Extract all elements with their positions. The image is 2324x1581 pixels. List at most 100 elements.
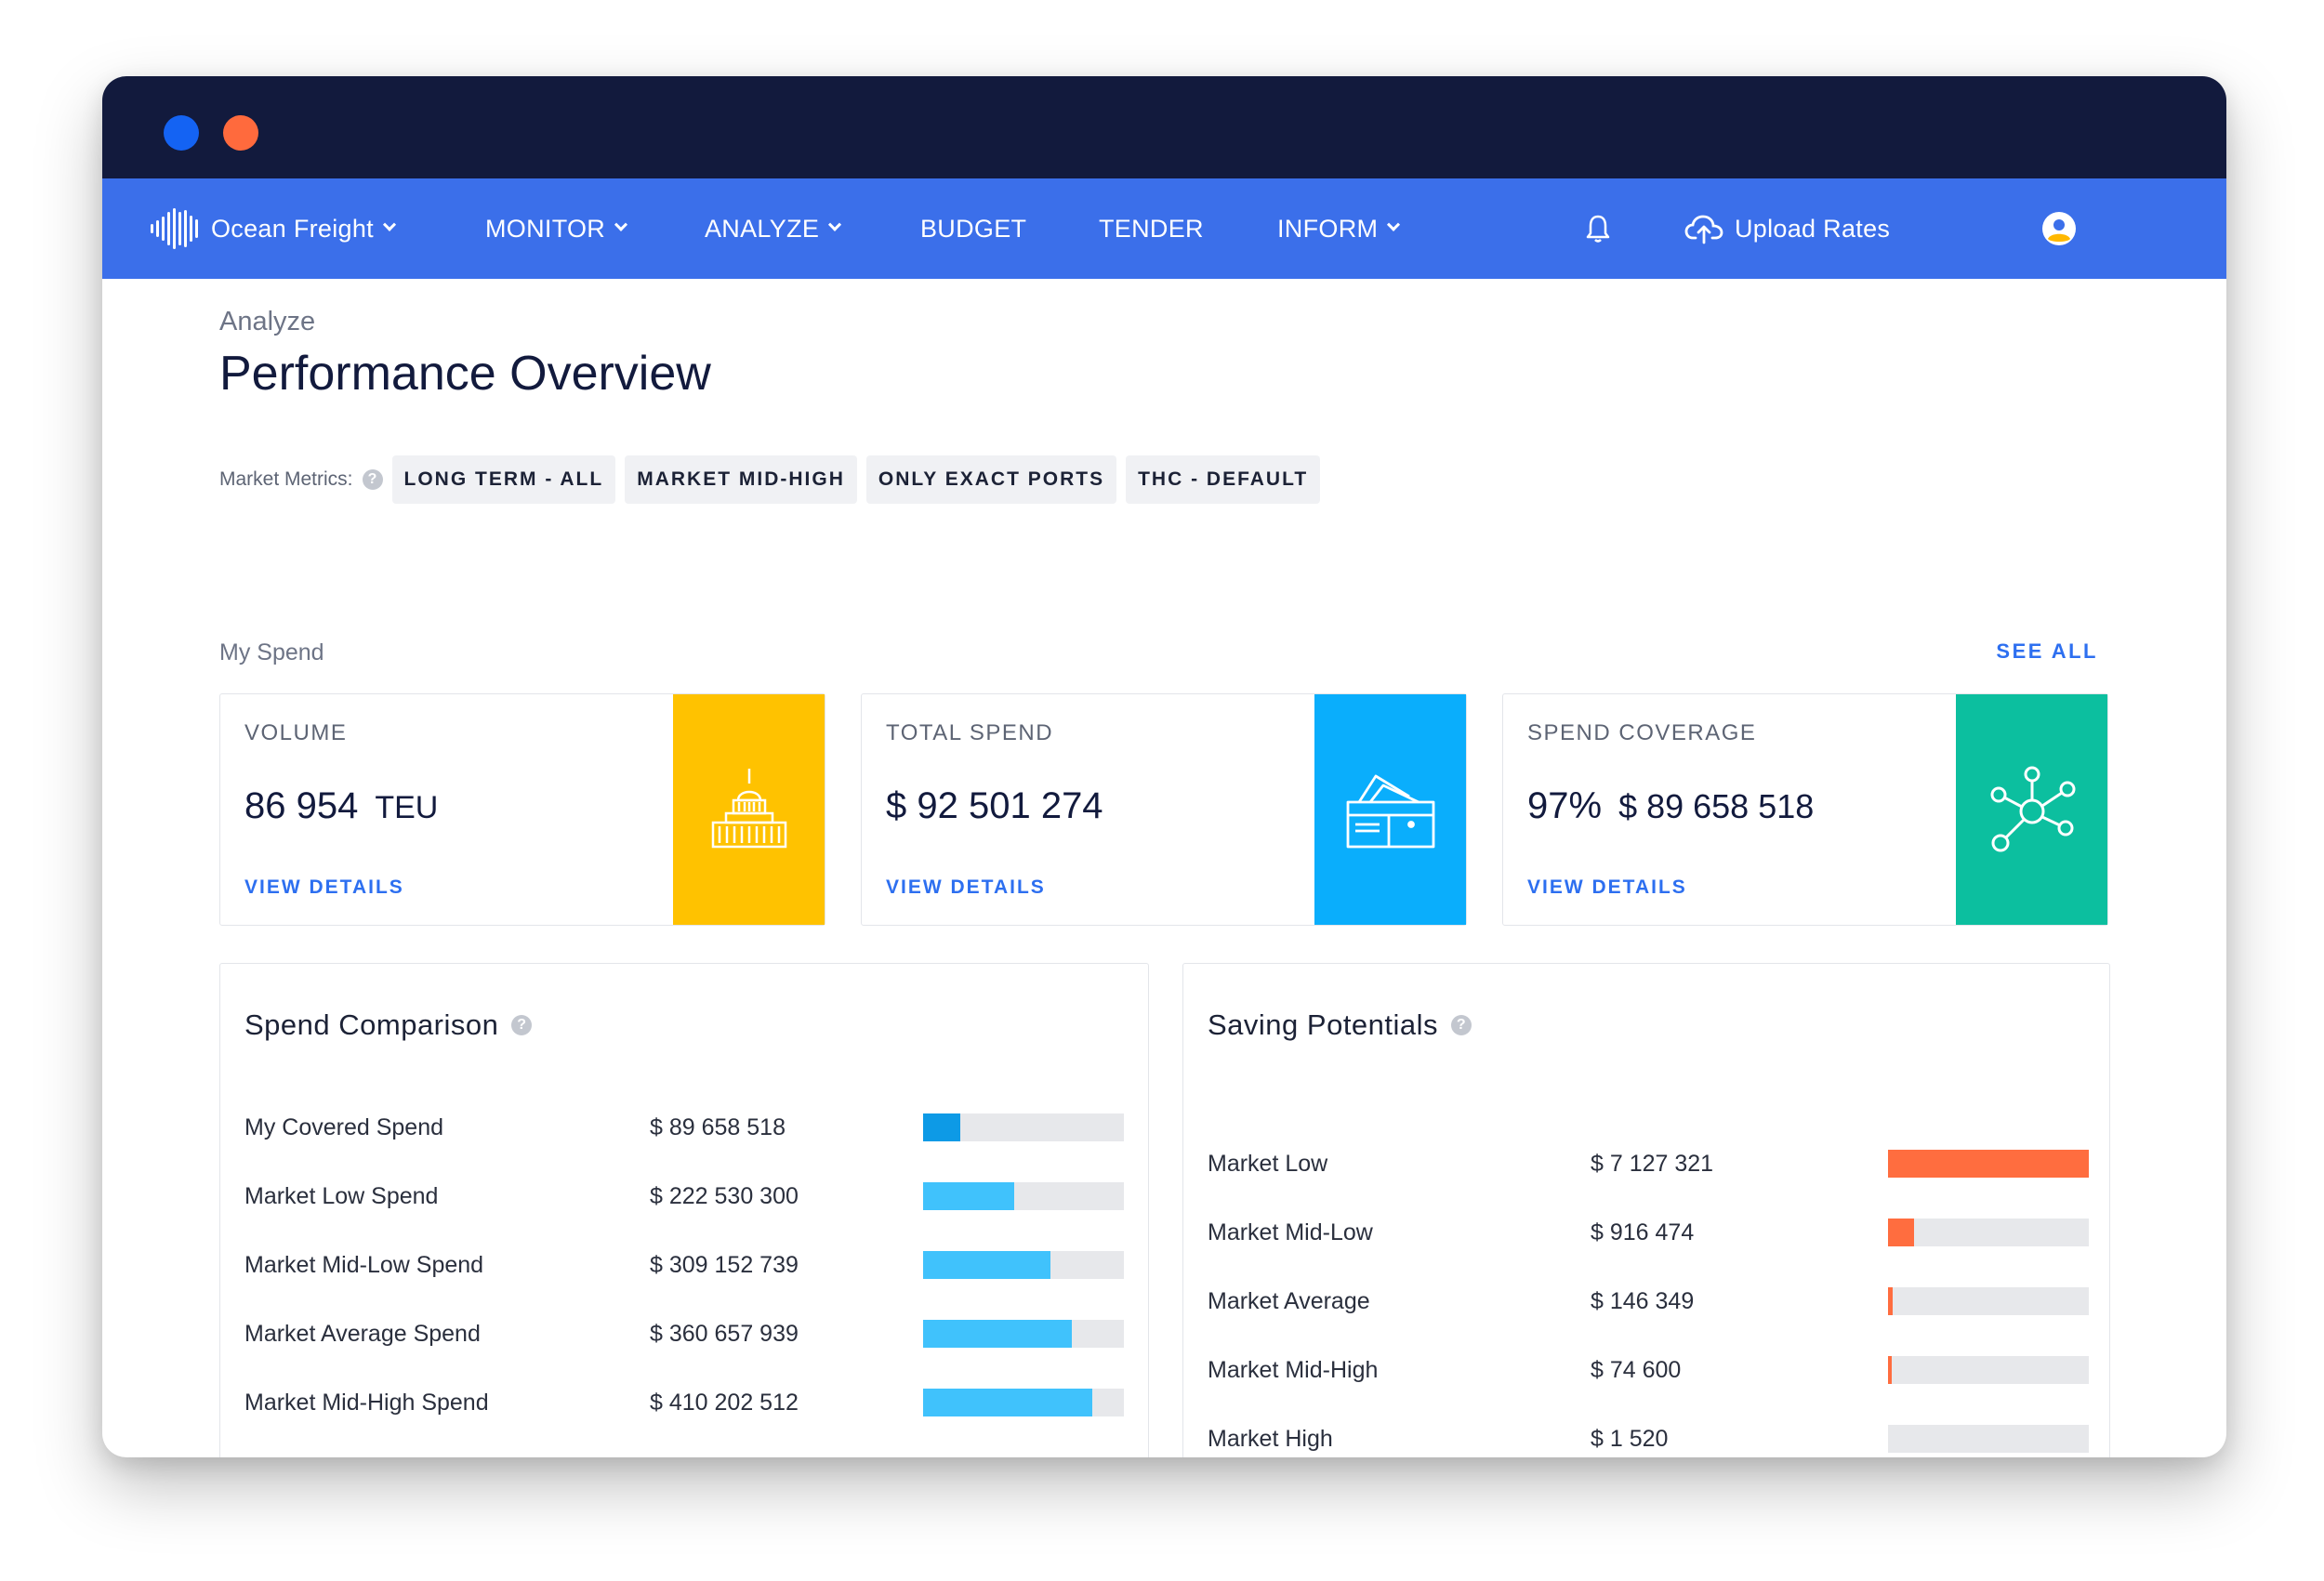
window-minimize-button[interactable] [223,115,258,151]
row-value: $ 222 530 300 [650,1182,799,1209]
card-label: TOTAL SPEND [886,720,1054,745]
row-label: My Covered Spend [244,1113,444,1140]
cloud-upload-icon [1684,215,1723,244]
notifications-button[interactable] [1584,178,1612,279]
row-label: Market Mid-High Spend [244,1389,489,1416]
metric-chip-market-mid-high[interactable]: MARKET MID-HIGH [625,455,857,504]
bar-fill [923,1182,1015,1210]
card-value: 97% $ 89 658 518 [1527,785,1814,827]
nav-item-label: ANALYZE [705,214,820,243]
row-label: Market Mid-Low Spend [244,1251,484,1278]
bar-track [1888,1287,2089,1315]
nav-brand-label: Ocean Freight [211,214,374,243]
building-icon [711,769,786,849]
help-icon[interactable]: ? [511,1015,533,1035]
row-value: $ 146 349 [1591,1287,1695,1314]
bar-track [1888,1425,2089,1453]
list-item: Market Mid-High $ 74 600 [1208,1351,2091,1389]
bar-track [923,1113,1124,1141]
row-value: $ 89 658 518 [650,1113,786,1140]
card-value-number: $ 92 501 274 [886,785,1103,826]
nav-item-budget[interactable]: BUDGET [920,178,1026,279]
row-label: Market Mid-High [1208,1356,1379,1383]
bar-track [923,1182,1124,1210]
breadcrumb[interactable]: Analyze [219,307,315,337]
chevron-down-icon [1387,217,1401,231]
card-value-number: 86 954 [244,785,359,826]
window-titlebar [102,76,2226,178]
row-value: $ 74 600 [1591,1356,1682,1383]
help-icon[interactable]: ? [1451,1015,1472,1035]
bar-track [923,1389,1124,1416]
bar-track [923,1320,1124,1348]
row-value: $ 1 520 [1591,1425,1669,1452]
soundwave-logo-icon [151,208,198,249]
metric-chip-thc[interactable]: THC - DEFAULT [1126,455,1321,504]
row-value: $ 309 152 739 [650,1251,799,1278]
upload-rates-button[interactable]: Upload Rates [1684,178,1890,279]
chevron-down-icon [828,217,842,231]
bar-fill [1888,1219,1914,1246]
panel-title: Saving Potentials ? [1208,1008,1472,1042]
nav-item-tender[interactable]: TENDER [1099,178,1204,279]
metric-chip-exact-ports[interactable]: ONLY EXACT PORTS [865,455,1117,504]
nav-item-label: MONITOR [485,214,606,243]
panel-title: Spend Comparison ? [244,1008,533,1042]
nav-item-inform[interactable]: INFORM [1277,178,1401,279]
list-item: Market High Spend$ 487 891 049 [244,1453,1128,1457]
nav-brand-menu[interactable]: Ocean Freight [151,178,397,279]
page-title: Performance Overview [219,347,711,401]
card-icon-box [673,694,825,925]
card-label: SPEND COVERAGE [1527,720,1757,745]
spend-comparison-panel: Spend Comparison ? My Covered Spend $ 89 … [219,963,1149,1457]
view-details-link[interactable]: VIEW DETAILS [886,876,1046,899]
bar-track [1888,1150,2089,1178]
card-label: VOLUME [244,720,348,745]
top-navbar: Ocean Freight MONITOR ANALYZE BUDGET TEN… [102,178,2226,279]
row-label: Market Low Spend [244,1182,439,1209]
view-details-link[interactable]: VIEW DETAILS [244,876,404,899]
nav-item-analyze[interactable]: ANALYZE [705,178,842,279]
help-icon[interactable]: ? [362,469,383,490]
card-value-unit: TEU [375,790,439,825]
window-close-button[interactable] [164,115,199,151]
main-content: Analyze Performance Overview Market Metr… [102,279,2226,1457]
list-item: Market Mid-Low Spend $ 309 152 739 [244,1246,1128,1284]
list-item: Market Mid-Low $ 916 474 [1208,1214,2091,1251]
user-avatar-button[interactable] [2041,178,2077,279]
row-value: $ 360 657 939 [650,1320,799,1347]
row-label: Market Average Spend [244,1320,481,1347]
bar-fill [1888,1287,1894,1315]
row-value: $ 7 127 321 [1591,1150,1714,1177]
row-value: $ 410 202 512 [650,1389,799,1416]
nav-item-monitor[interactable]: MONITOR [485,178,628,279]
network-icon [1990,766,2075,852]
nav-item-label: BUDGET [920,214,1027,243]
market-metrics-label: Market Metrics: [219,468,353,490]
card-icon-box [1314,694,1466,925]
upload-rates-label: Upload Rates [1735,214,1891,243]
list-item: Market Low Spend $ 222 530 300 [244,1178,1128,1215]
bar-track [1888,1219,2089,1246]
bar-fill [1888,1356,1892,1384]
list-item: Market Average $ 146 349 [1208,1283,2091,1320]
bar-fill [1888,1150,2089,1178]
market-metrics-bar: Market Metrics: ? LONG TERM - ALL MARKET… [219,455,1321,504]
view-details-link[interactable]: VIEW DETAILS [1527,876,1687,899]
nav-item-label: TENDER [1099,214,1204,243]
card-value: 86 954 TEU [244,785,438,827]
bar-fill [923,1113,960,1141]
card-value-amount: $ 89 658 518 [1618,787,1815,825]
bar-fill [923,1251,1050,1279]
bar-fill [923,1389,1092,1416]
bar-track [1888,1356,2089,1384]
bar-track [923,1251,1124,1279]
spend-comparison-title: Spend Comparison [244,1008,499,1041]
saving-potentials-panel: Saving Potentials ? Market Low $ 7 127 32… [1182,963,2110,1457]
card-value-number: 97% [1527,785,1603,826]
row-label: Market High [1208,1425,1333,1452]
app-window: Ocean Freight MONITOR ANALYZE BUDGET TEN… [102,76,2226,1457]
see-all-link[interactable]: SEE ALL [1996,639,2098,664]
metric-chip-long-term[interactable]: LONG TERM - ALL [391,455,616,504]
saving-potentials-title: Saving Potentials [1208,1008,1439,1041]
